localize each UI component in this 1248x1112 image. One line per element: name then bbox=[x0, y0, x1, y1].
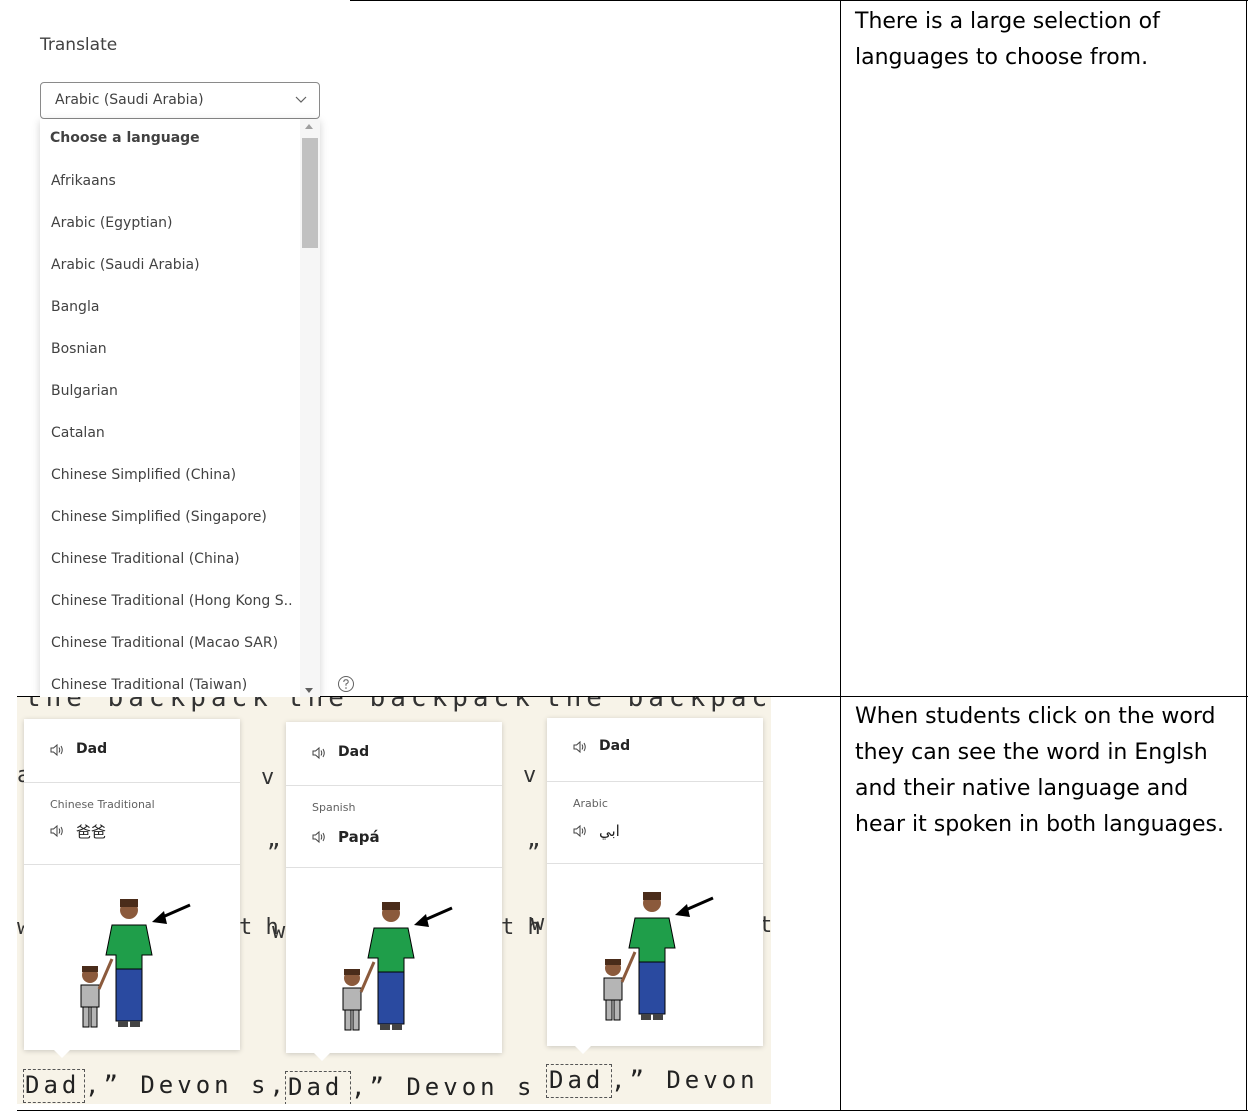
language-option[interactable]: Chinese Traditional (China) bbox=[51, 544, 306, 574]
card-translation: 爸爸 bbox=[76, 823, 107, 841]
reader-text-fragment: w bbox=[531, 911, 545, 936]
help-icon[interactable] bbox=[337, 675, 355, 693]
reader-text: ,” Devon s bbox=[351, 1073, 536, 1101]
language-option[interactable]: Chinese Traditional (Hong Kong S.. bbox=[51, 586, 306, 616]
reader-text-top: the backpack bbox=[545, 697, 771, 713]
language-option[interactable]: Chinese Traditional (Macao SAR) bbox=[51, 628, 306, 658]
card-language-label: Chinese Traditional bbox=[50, 798, 155, 811]
scroll-up-icon[interactable] bbox=[305, 124, 313, 129]
reader-text-top: the backpack bbox=[25, 697, 273, 713]
card-pointer bbox=[54, 1050, 70, 1058]
language-option[interactable]: Chinese Traditional (Taiwan) bbox=[51, 670, 306, 697]
language-option[interactable]: Arabic (Saudi Arabia) bbox=[51, 250, 306, 280]
card-pointer bbox=[314, 1053, 330, 1061]
dropdown-header: Choose a language bbox=[50, 130, 200, 146]
language-option[interactable]: Arabic (Egyptian) bbox=[51, 208, 306, 238]
card-word: Dad bbox=[76, 741, 108, 757]
speaker-icon[interactable] bbox=[50, 743, 64, 757]
language-select-value: Arabic (Saudi Arabia) bbox=[55, 92, 204, 108]
card-pointer bbox=[575, 1046, 591, 1054]
dad-picture bbox=[342, 902, 453, 1031]
card-language-label: Spanish bbox=[312, 801, 356, 814]
card-language-label: Arabic bbox=[573, 797, 608, 810]
language-option[interactable]: Bulgarian bbox=[51, 376, 306, 406]
reader-text-fragment: ” bbox=[267, 841, 281, 866]
dad-picture bbox=[603, 892, 714, 1021]
table-border-divider bbox=[840, 0, 841, 1111]
speaker-icon[interactable] bbox=[312, 746, 326, 760]
caption-top: There is a large selection of languages … bbox=[855, 9, 1160, 70]
language-dropdown: Choose a language Afrikaans Arabic (Egyp… bbox=[40, 119, 320, 697]
card-translation: ابي bbox=[599, 822, 620, 840]
card-word: Dad bbox=[599, 738, 631, 754]
speaker-icon[interactable] bbox=[573, 740, 587, 754]
reader-text: ,” Devon bbox=[611, 1066, 759, 1094]
clickable-word[interactable]: Dad bbox=[549, 1066, 604, 1094]
reader-text-fragment: ” bbox=[527, 841, 541, 866]
language-select[interactable]: Arabic (Saudi Arabia) bbox=[40, 82, 320, 119]
language-option[interactable]: Afrikaans bbox=[51, 166, 306, 196]
clickable-word[interactable]: Dad bbox=[25, 1071, 80, 1099]
translate-title: Translate bbox=[40, 35, 118, 55]
scroll-down-icon[interactable] bbox=[305, 688, 313, 693]
speaker-icon[interactable] bbox=[573, 824, 587, 838]
table-border-bottom bbox=[17, 1110, 1248, 1111]
speaker-icon[interactable] bbox=[50, 824, 64, 838]
caption-bottom: When students click on the word they can… bbox=[855, 704, 1224, 837]
table-border-right bbox=[1246, 0, 1247, 1111]
language-option[interactable]: Catalan bbox=[51, 418, 306, 448]
language-option[interactable]: Bangla bbox=[51, 292, 306, 322]
reader-text: ,” Devon s, bbox=[85, 1071, 288, 1099]
speaker-icon[interactable] bbox=[312, 830, 326, 844]
card-translation: Papá bbox=[338, 828, 380, 846]
table-border-top bbox=[350, 0, 1248, 1]
reader-text-fragment: w bbox=[272, 919, 286, 944]
language-option[interactable]: Chinese Simplified (China) bbox=[51, 460, 306, 490]
chevron-down-icon bbox=[295, 96, 307, 103]
word-card: Dad Arabic ابي bbox=[547, 718, 763, 1054]
card-word: Dad bbox=[338, 744, 370, 760]
word-card: Dad Chinese Traditional 爸爸 bbox=[24, 719, 240, 1058]
word-card: Dad Spanish Papá bbox=[286, 722, 502, 1061]
reader-view: the backpack the backpack the backpack a… bbox=[17, 697, 771, 1104]
dad-picture bbox=[80, 899, 191, 1028]
reader-text-top: the backpack bbox=[287, 697, 535, 713]
language-option[interactable]: Chinese Simplified (Singapore) bbox=[51, 502, 306, 532]
language-option[interactable]: Bosnian bbox=[51, 334, 306, 364]
clickable-word[interactable]: Dad bbox=[288, 1073, 343, 1101]
scrollbar-thumb[interactable] bbox=[302, 138, 318, 248]
